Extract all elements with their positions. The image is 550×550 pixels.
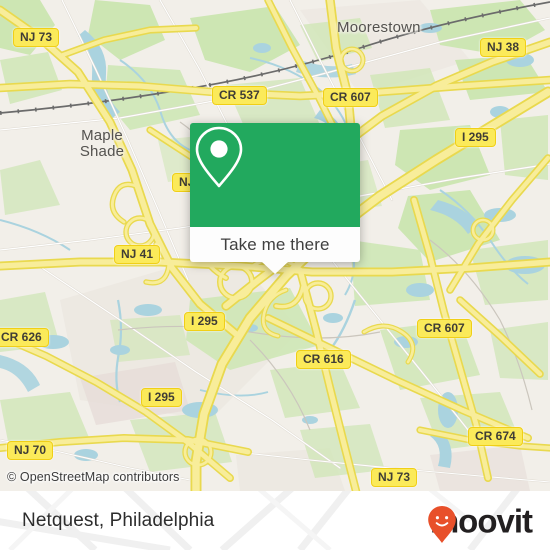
osm-attribution[interactable]: © OpenStreetMap contributors [7, 470, 180, 484]
map-canvas[interactable]: .grn{fill:#cde6b3} .grn2{fill:#d9ead0} .… [0, 0, 550, 491]
callout-action[interactable]: Take me there [190, 227, 360, 262]
moovit-map-share-card: .grn{fill:#cde6b3} .grn2{fill:#d9ead0} .… [0, 0, 550, 550]
road-shield-cr-626: CR 626 [0, 328, 49, 347]
road-shield-nj-41: NJ 41 [114, 245, 161, 264]
location-callout-card[interactable]: Take me there [190, 123, 360, 274]
road-shield-nj-38: NJ 38 [480, 38, 527, 57]
road-shield-cr-537: CR 537 [212, 86, 267, 105]
road-shield-nj-70: NJ 70 [7, 441, 54, 460]
road-shield-cr-607: CR 607 [323, 88, 378, 107]
take-me-there-label: Take me there [220, 234, 330, 254]
place-name: Netquest, Philadelphia [22, 509, 215, 531]
road-shield-i-295-ne: I 295 [455, 128, 496, 147]
road-shield-cr-674: CR 674 [468, 427, 523, 446]
callout-pointer [262, 262, 288, 274]
moovit-logo[interactable]: moovit [427, 504, 533, 543]
map-label-maple-shade: Maple Shade [79, 127, 125, 160]
road-shield-i-295-sw: I 295 [141, 388, 182, 407]
callout-header [190, 123, 360, 227]
road-shield-i-295-mid: I 295 [184, 312, 225, 331]
road-shield-nj-73-south: NJ 73 [371, 468, 418, 487]
road-shield-cr-607-se: CR 607 [417, 319, 472, 338]
road-shield-nj-73: NJ 73 [13, 28, 60, 47]
road-shield-cr-616: CR 616 [296, 350, 351, 369]
map-label-moorestown: Moorestown [337, 19, 421, 36]
bottom-info-bar: Netquest, Philadelphia moovit [0, 491, 550, 550]
